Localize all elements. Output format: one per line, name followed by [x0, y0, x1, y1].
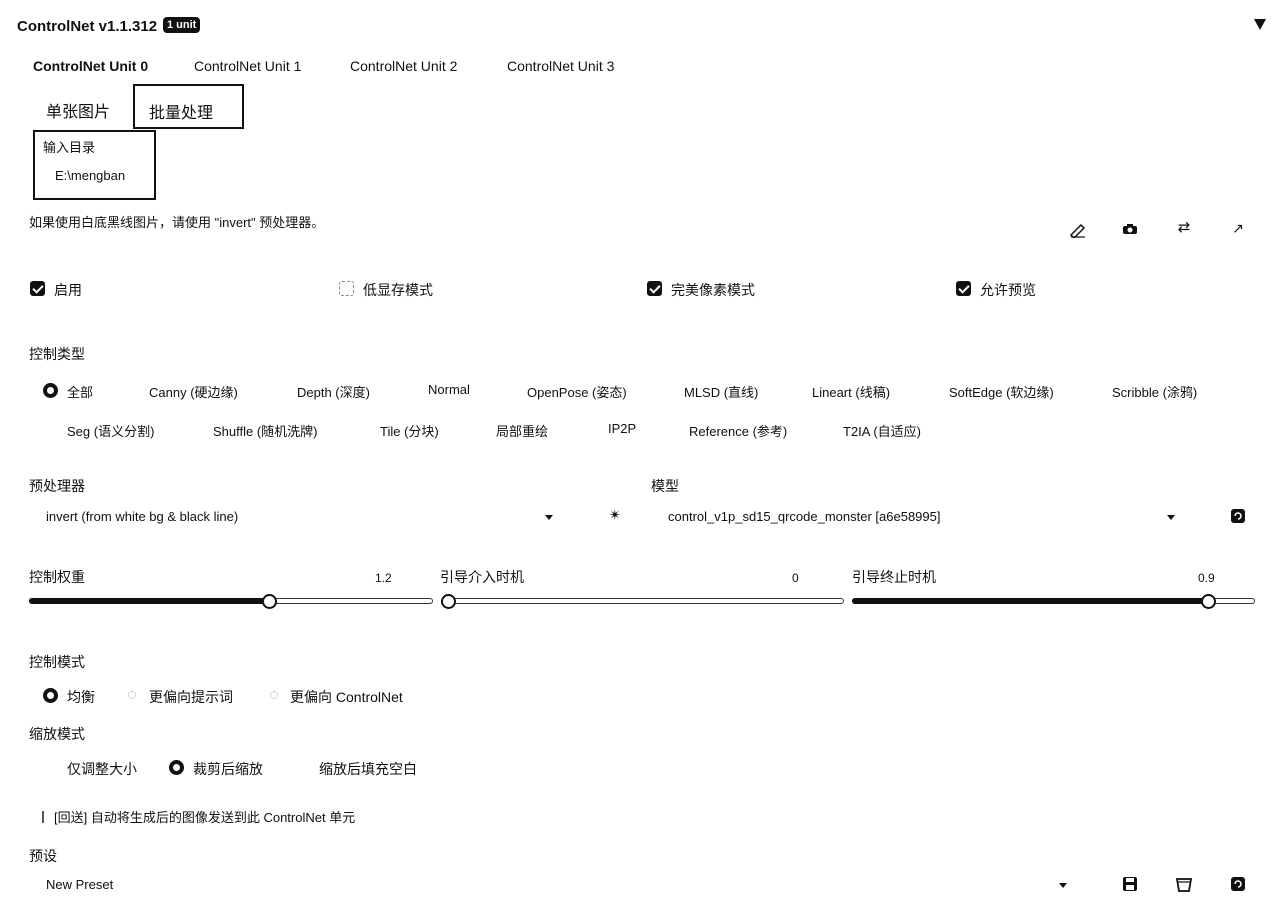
- guidance-start-knob[interactable]: [441, 594, 456, 609]
- control-type-inpaint[interactable]: 局部重绘: [496, 421, 548, 440]
- tab-unit-0[interactable]: ControlNet Unit 0: [33, 58, 148, 74]
- model-label: 模型: [651, 478, 679, 494]
- preset-label: 预设: [29, 848, 57, 864]
- invert-hint: 如果使用白底黑线图片，请使用 "invert" 预处理器。: [29, 215, 325, 230]
- resize-mode-crop[interactable]: 裁剪后缩放: [193, 759, 263, 779]
- input-dir-panel: 输入目录 E:\mengban: [33, 130, 156, 200]
- control-type-shuffle[interactable]: Shuffle (随机洗牌): [213, 421, 318, 440]
- guidance-end-fill: [852, 598, 1209, 604]
- lowvram-label: 低显存模式: [363, 282, 433, 298]
- control-type-lineart[interactable]: Lineart (线稿): [812, 382, 890, 401]
- control-type-softedge[interactable]: SoftEdge (软边缘): [949, 382, 1054, 401]
- guidance-start-label: 引导介入时机: [440, 569, 524, 585]
- chevron-down-icon[interactable]: [1167, 515, 1175, 520]
- control-type-radio-all[interactable]: [43, 383, 58, 398]
- accordion-title: ControlNet v1.1.312: [17, 18, 158, 35]
- preset-select[interactable]: New Preset: [46, 877, 113, 892]
- loopback-checkbox[interactable]: [42, 811, 44, 823]
- refresh-icon[interactable]: [1229, 508, 1247, 528]
- tab-unit-1[interactable]: ControlNet Unit 1: [194, 58, 301, 74]
- preprocessor-label: 预处理器: [29, 478, 85, 494]
- model-select[interactable]: control_v1p_sd15_qrcode_monster [a6e5899…: [668, 509, 940, 524]
- input-dir-field[interactable]: E:\mengban: [55, 168, 125, 183]
- guidance-end-knob[interactable]: [1201, 594, 1216, 609]
- pixel-perfect-checkbox[interactable]: [647, 281, 662, 296]
- resize-mode-radio-crop[interactable]: [169, 760, 184, 775]
- guidance-start-slider[interactable]: [441, 598, 844, 604]
- enable-checkbox[interactable]: [30, 281, 45, 296]
- control-type-scribble[interactable]: Scribble (涂鸦): [1112, 382, 1197, 401]
- allow-preview-checkbox[interactable]: [956, 281, 971, 296]
- refresh-icon[interactable]: [1229, 876, 1247, 896]
- control-type-label: 控制类型: [29, 346, 85, 362]
- control-weight-label: 控制权重: [29, 569, 85, 585]
- save-icon[interactable]: [1121, 876, 1139, 896]
- control-type-normal[interactable]: Normal: [428, 382, 470, 397]
- enable-label: 启用: [54, 282, 82, 298]
- unit-count-badge: 1 unit: [163, 17, 201, 33]
- control-type-t2ia[interactable]: T2IA (自适应): [843, 421, 921, 440]
- control-mode-radio-controlnet[interactable]: [270, 691, 278, 699]
- control-weight-knob[interactable]: [262, 594, 277, 609]
- control-type-mlsd[interactable]: MLSD (直线): [684, 382, 758, 401]
- camera-icon[interactable]: [1121, 222, 1139, 240]
- triangle-down-icon[interactable]: [1254, 19, 1266, 30]
- swap-icon[interactable]: ⇄: [1175, 220, 1193, 236]
- control-type-depth[interactable]: Depth (深度): [297, 382, 370, 401]
- pixel-perfect-label: 完美像素模式: [671, 282, 755, 298]
- loopback-label: [回送] 自动将生成后的图像发送到此 ControlNet 单元: [54, 810, 356, 825]
- delete-icon[interactable]: [1175, 876, 1193, 896]
- control-type-canny[interactable]: Canny (硬边缘): [149, 382, 238, 401]
- preprocessor-select[interactable]: invert (from white bg & black line): [46, 509, 238, 524]
- control-type-seg[interactable]: Seg (语义分割): [67, 421, 154, 440]
- lowvram-checkbox[interactable]: [339, 281, 354, 296]
- control-type-openpose[interactable]: OpenPose (姿态): [527, 382, 627, 401]
- control-mode-balanced[interactable]: 均衡: [67, 687, 95, 707]
- control-mode-radio-prompt[interactable]: [128, 691, 136, 699]
- tab-batch[interactable]: 批量处理: [133, 84, 244, 129]
- control-type-ip2p[interactable]: IP2P: [608, 421, 636, 436]
- chevron-down-icon[interactable]: [1059, 883, 1067, 888]
- resize-mode-label: 缩放模式: [29, 726, 85, 742]
- tab-single-image[interactable]: 单张图片: [46, 98, 110, 122]
- control-mode-prompt[interactable]: 更偏向提示词: [149, 687, 233, 707]
- guidance-end-value[interactable]: 0.9: [1198, 571, 1215, 585]
- edit-icon[interactable]: [1068, 222, 1088, 242]
- control-mode-label: 控制模式: [29, 654, 85, 670]
- resize-mode-fill[interactable]: 缩放后填充空白: [319, 759, 417, 779]
- send-icon[interactable]: ↗: [1229, 220, 1247, 236]
- control-weight-value[interactable]: 1.2: [375, 571, 392, 585]
- control-mode-radio-balanced[interactable]: [43, 688, 58, 703]
- control-type-tile[interactable]: Tile (分块): [380, 421, 439, 440]
- resize-mode-just-resize[interactable]: 仅调整大小: [67, 759, 137, 779]
- chevron-down-icon[interactable]: [545, 515, 553, 520]
- explosion-icon[interactable]: ✴: [606, 508, 624, 524]
- tab-unit-3[interactable]: ControlNet Unit 3: [507, 58, 614, 74]
- tab-unit-2[interactable]: ControlNet Unit 2: [350, 58, 457, 74]
- control-type-reference[interactable]: Reference (参考): [689, 421, 787, 440]
- input-dir-label: 输入目录: [43, 140, 96, 155]
- control-type-all[interactable]: 全部: [67, 382, 93, 401]
- guidance-start-value[interactable]: 0: [792, 571, 799, 585]
- guidance-end-label: 引导终止时机: [852, 569, 936, 585]
- control-weight-fill: [29, 598, 269, 604]
- control-mode-controlnet[interactable]: 更偏向 ControlNet: [290, 687, 403, 707]
- allow-preview-label: 允许预览: [980, 282, 1036, 298]
